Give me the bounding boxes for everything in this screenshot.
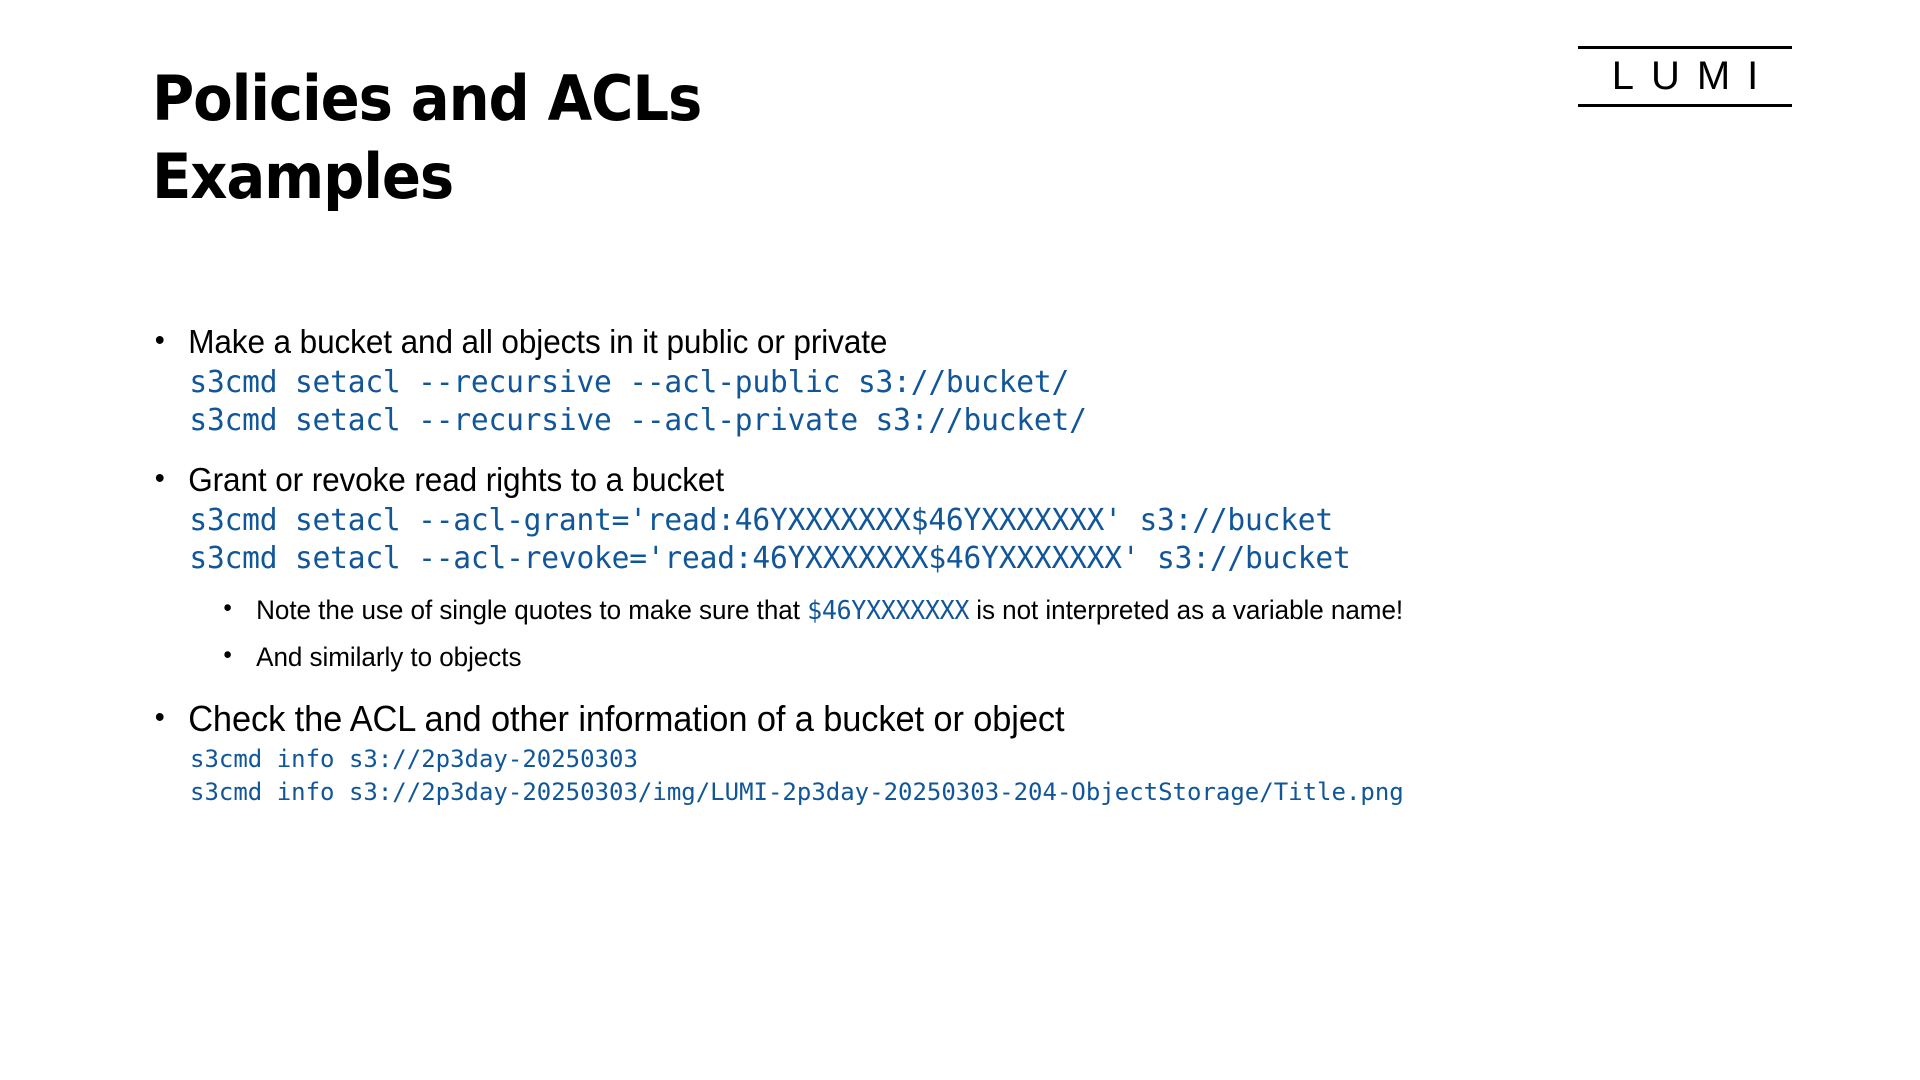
bullet-block-1: Make a bucket and all objects in it publ… [150, 319, 1870, 440]
page-title-line-2: Examples [152, 140, 454, 213]
lumi-logo: LUMI [1578, 46, 1792, 107]
sub-bullet-2: And similarly to objects [150, 637, 1810, 675]
bullet-2-code-line-2: s3cmd setacl --acl-revoke='read:46YXXXXX… [189, 541, 1351, 576]
slide-body: Make a bucket and all objects in it publ… [150, 319, 1870, 809]
lumi-logo-text: LUMI [1611, 54, 1776, 98]
bullet-3-code-line-1: s3cmd info s3://2p3day-20250303 [190, 745, 638, 773]
bullet-3-text: Check the ACL and other information of a… [150, 694, 1793, 743]
page-title: Policies and ACLs Examples [152, 60, 1175, 216]
bullet-1-code-line-1: s3cmd setacl --recursive --acl-public s3… [189, 365, 1070, 400]
sub-bullet-1-variable: $46YXXXXXXX [807, 596, 970, 626]
bullet-1-code-line-2: s3cmd setacl --recursive --acl-private s… [189, 403, 1087, 438]
bullet-2-code-line-1: s3cmd setacl --acl-grant='read:46YXXXXXX… [189, 503, 1333, 538]
sub-bullet-1: Note the use of single quotes to make su… [150, 590, 1810, 629]
sub-bullet-2-prefix: And similarly to objects [256, 642, 522, 672]
sub-bullet-1-suffix: is not interpreted as a variable name! [969, 595, 1404, 625]
bullet-3-code-line-2: s3cmd info s3://2p3day-20250303/img/LUMI… [190, 778, 1404, 806]
sub-bullet-1-prefix: Note the use of single quotes to make su… [256, 595, 808, 625]
page-title-line-1: Policies and ACLs [152, 62, 702, 135]
bullet-2-text: Grant or revoke read rights to a bucket [150, 457, 1793, 502]
bullet-block-2: Grant or revoke read rights to a bucket … [150, 457, 1870, 675]
bullet-block-3: Check the ACL and other information of a… [150, 694, 1870, 809]
slide: LUMI Policies and ACLs Examples Make a b… [0, 0, 1920, 1080]
bullet-1-text: Make a bucket and all objects in it publ… [150, 319, 1793, 364]
